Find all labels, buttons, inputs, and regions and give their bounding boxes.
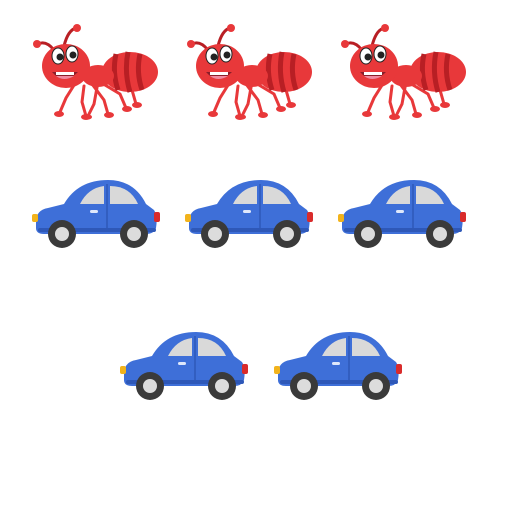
car-icon	[119, 331, 249, 401]
car-icon	[31, 179, 161, 249]
ant-icon	[28, 20, 160, 120]
car-icon	[273, 331, 403, 401]
ant-icon	[182, 20, 314, 120]
car-icon	[337, 179, 467, 249]
ant-icon	[336, 20, 468, 120]
counting-scene	[0, 0, 512, 512]
car-icon	[184, 179, 314, 249]
